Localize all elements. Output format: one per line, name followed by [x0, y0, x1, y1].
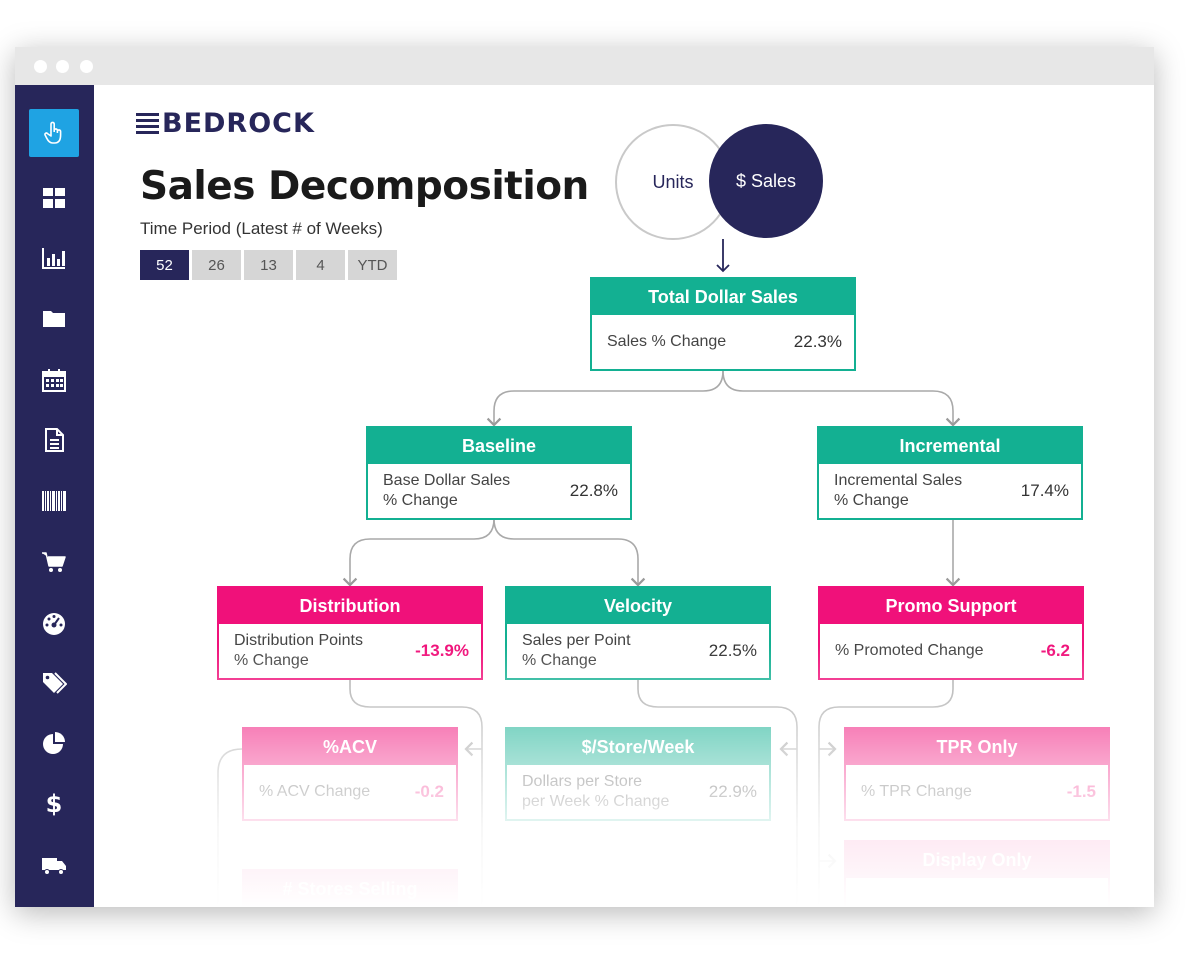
- node-metric: Distribution Points% Change: [234, 632, 363, 669]
- main-content: BEDROCK Sales Decomposition Time Period …: [94, 85, 1154, 907]
- bar-chart-icon[interactable]: [29, 234, 79, 282]
- dollar-sales-toggle[interactable]: $ Sales: [709, 124, 823, 238]
- node-value: 22.8%: [569, 481, 618, 500]
- node-title: Total Dollar Sales: [592, 279, 854, 315]
- node-title: Promo Support: [820, 588, 1082, 624]
- node-metric: % TPR Change: [861, 783, 972, 800]
- cart-icon[interactable]: [29, 538, 79, 586]
- node-stores-selling[interactable]: # Stores Selling: [242, 869, 458, 907]
- node-incremental[interactable]: Incremental Incremental Sales% Change 17…: [817, 426, 1083, 520]
- truck-icon[interactable]: [29, 841, 79, 889]
- node-metric: Incremental Sales% Change: [834, 472, 963, 509]
- node-store-week[interactable]: $/Store/Week Dollars per Store per Week %…: [505, 727, 771, 821]
- node-value: 17.4%: [1020, 481, 1069, 500]
- barcode-icon[interactable]: [29, 477, 79, 525]
- calendar-icon[interactable]: [29, 356, 79, 404]
- node-title: Baseline: [368, 428, 630, 464]
- window-dot: [80, 60, 93, 73]
- node-acv[interactable]: %ACV % ACV Change -0.2: [242, 727, 458, 821]
- node-value: 22.3%: [793, 332, 842, 351]
- node-title: Velocity: [507, 588, 769, 624]
- node-promo-support[interactable]: Promo Support % Promoted Change -6.2: [818, 586, 1084, 680]
- browser-window: $ BEDROCK Sales Decomposition Time Perio…: [15, 47, 1154, 907]
- node-value: -13.9%: [415, 641, 469, 660]
- node-metric: % Promoted Change: [835, 642, 984, 659]
- title-bar: [15, 47, 1154, 85]
- pointer-icon[interactable]: [29, 109, 79, 157]
- node-title: $/Store/Week: [507, 729, 769, 765]
- node-baseline[interactable]: Baseline Base Dollar Sales% Change 22.8%: [366, 426, 632, 520]
- node-title: TPR Only: [846, 729, 1108, 765]
- node-title: %ACV: [244, 729, 456, 765]
- node-metric: Sales per Point% Change: [522, 632, 631, 669]
- node-metric: Base Dollar Sales% Change: [383, 472, 511, 509]
- node-display-only[interactable]: Display Only: [844, 840, 1110, 907]
- node-distribution[interactable]: Distribution Distribution Points% Change…: [217, 586, 483, 680]
- pie-chart-icon[interactable]: [29, 719, 79, 767]
- gauge-icon[interactable]: [29, 599, 79, 647]
- svg-text:$: $: [46, 790, 63, 816]
- sidebar: $: [15, 85, 94, 907]
- window-dot: [56, 60, 69, 73]
- node-value: -6.2: [1040, 641, 1070, 660]
- node-metric: % ACV Change: [259, 783, 371, 800]
- node-title: # Stores Selling: [244, 871, 456, 907]
- node-title: Distribution: [219, 588, 481, 624]
- node-value: -0.2: [414, 782, 444, 801]
- node-title: Incremental: [819, 428, 1081, 464]
- dollar-icon[interactable]: $: [29, 779, 79, 827]
- node-value: 22.5%: [708, 641, 757, 660]
- window-dot: [34, 60, 47, 73]
- node-value: 22.9%: [708, 782, 757, 801]
- dashboard-icon[interactable]: [29, 174, 79, 222]
- folder-icon[interactable]: [29, 294, 79, 342]
- node-value: -1.5: [1066, 782, 1096, 801]
- node-metric: Dollars per Store per Week % Change: [522, 773, 670, 810]
- node-velocity[interactable]: Velocity Sales per Point% Change 22.5%: [505, 586, 771, 680]
- tags-icon[interactable]: [29, 659, 79, 707]
- node-metric: Sales % Change: [607, 333, 727, 350]
- node-title: Display Only: [846, 842, 1108, 878]
- node-total-dollar-sales[interactable]: Total Dollar Sales Sales % Change 22.3%: [590, 277, 856, 371]
- document-icon[interactable]: [29, 416, 79, 464]
- node-tpr-only[interactable]: TPR Only % TPR Change -1.5: [844, 727, 1110, 821]
